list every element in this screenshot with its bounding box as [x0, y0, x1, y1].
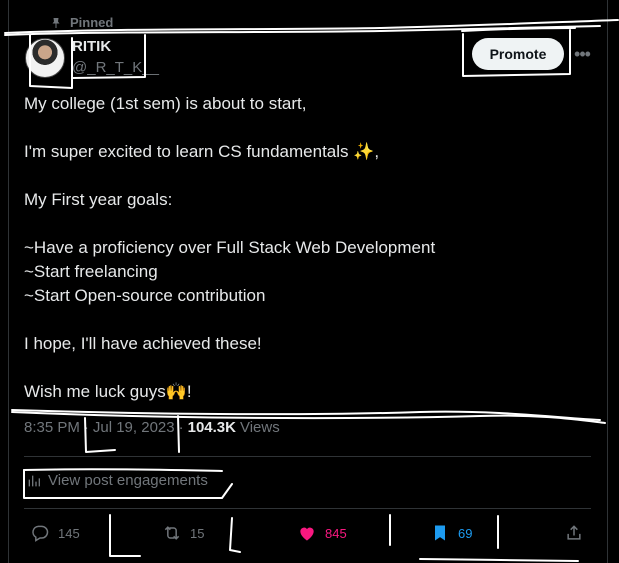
promote-button[interactable]: Promote: [472, 38, 564, 70]
divider: [24, 508, 591, 509]
view-engagements-link[interactable]: View post engagements: [26, 472, 208, 489]
pin-icon: [52, 17, 60, 28]
display-name[interactable]: RITIK: [72, 38, 159, 55]
post-line: ~Start Open-source contribution: [24, 286, 266, 305]
divider: [24, 456, 591, 457]
post-line: My college (1st sem) is about to start,: [24, 94, 307, 113]
post-line: I hope, I'll have achieved these!: [24, 334, 262, 353]
post-line: ~Have a proficiency over Full Stack Web …: [24, 238, 436, 257]
more-icon[interactable]: •••: [572, 44, 592, 64]
pinned-label: Pinned: [70, 15, 114, 30]
post-line: My First year goals:: [24, 190, 173, 209]
like-button[interactable]: 845: [297, 515, 347, 551]
share-icon: [567, 525, 581, 540]
author-block[interactable]: RITIK @_R_T_K__: [72, 38, 159, 76]
post-line: I'm super excited to learn CS fundamenta…: [24, 142, 380, 161]
avatar[interactable]: [25, 38, 65, 78]
views-label: Views: [239, 419, 280, 436]
post-body: My college (1st sem) is about to start, I…: [24, 92, 594, 404]
bookmark-count: 69: [458, 525, 473, 541]
post-meta: 8:35 PM · Jul 19, 2023 · 104.3K Views: [24, 419, 280, 436]
meta-separator: ·: [83, 419, 89, 436]
like-icon: [300, 527, 314, 541]
meta-separator: ·: [178, 419, 184, 436]
analytics-icon: [28, 475, 40, 486]
handle[interactable]: @_R_T_K__: [72, 59, 159, 76]
reply-button[interactable]: 145: [30, 515, 80, 551]
repost-count: 15: [190, 525, 205, 541]
post-line: Wish me luck guys🙌!: [24, 382, 192, 401]
reply-icon: [32, 525, 49, 542]
action-bar: 145 15 845 69: [24, 515, 591, 551]
views-count: 104.3K: [187, 419, 236, 436]
bookmark-icon: [435, 525, 445, 541]
reply-count: 145: [58, 525, 80, 541]
repost-button[interactable]: 15: [162, 515, 204, 551]
repost-icon: [164, 526, 180, 540]
post-time[interactable]: 8:35 PM: [24, 419, 80, 436]
post-line: ~Start freelancing: [24, 262, 158, 281]
engagements-label: View post engagements: [48, 472, 208, 489]
like-count: 845: [325, 525, 347, 541]
bookmark-button[interactable]: 69: [430, 515, 472, 551]
pinned-indicator: Pinned: [50, 15, 113, 30]
share-button[interactable]: [564, 515, 584, 551]
post-date[interactable]: Jul 19, 2023: [93, 419, 175, 436]
